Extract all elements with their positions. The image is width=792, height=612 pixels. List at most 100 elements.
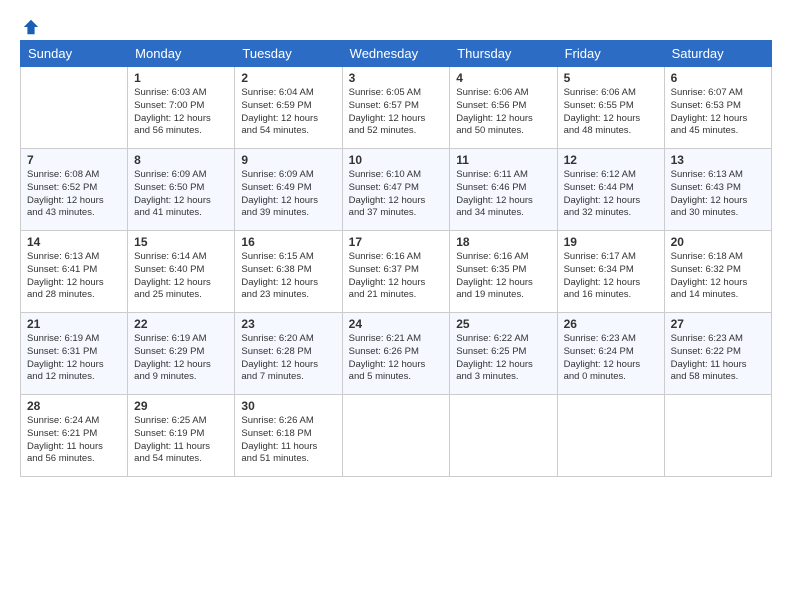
calendar-cell: 11 Sunrise: 6:11 AM Sunset: 6:46 PM Dayli… xyxy=(450,149,557,231)
day-number: 23 xyxy=(241,317,335,331)
calendar-week-row: 14Sunrise: 6:13 AM Sunset: 6:41 PM Dayli… xyxy=(21,231,772,313)
day-info: Sunrise: 6:20 AM Sunset: 6:28 PM Dayligh… xyxy=(241,333,335,384)
day-info: Sunrise: 6:09 AM Sunset: 6:50 PM Dayligh… xyxy=(134,169,228,220)
calendar-cell: 23 Sunrise: 6:20 AM Sunset: 6:28 PM Dayli… xyxy=(235,313,342,395)
day-number: 28 xyxy=(27,399,121,413)
day-number: 21 xyxy=(27,317,121,331)
day-info: Sunrise: 6:05 AM Sunset: 6:57 PM Dayligh… xyxy=(349,87,444,138)
calendar-week-row: 28 Sunrise: 6:24 AM Sunset: 6:21 PM Dayli… xyxy=(21,395,772,477)
day-number: 3 xyxy=(349,71,444,85)
day-number: 20 xyxy=(671,235,765,249)
calendar-cell: 12 Sunrise: 6:12 AM Sunset: 6:44 PM Dayli… xyxy=(557,149,664,231)
day-number: 6 xyxy=(671,71,765,85)
day-number: 10 xyxy=(349,153,444,167)
calendar-cell xyxy=(342,395,450,477)
day-number: 19 xyxy=(564,235,658,249)
day-number: 2 xyxy=(241,71,335,85)
day-info: Sunrise: 6:15 AM Sunset: 6:38 PM Dayligh… xyxy=(241,251,335,302)
logo-icon xyxy=(22,18,40,36)
day-number: 25 xyxy=(456,317,550,331)
calendar-week-row: 7Sunrise: 6:08 AM Sunset: 6:52 PM Daylig… xyxy=(21,149,772,231)
day-info: Sunrise: 6:03 AM Sunset: 7:00 PM Dayligh… xyxy=(134,87,228,138)
day-number: 11 xyxy=(456,153,550,167)
day-number: 18 xyxy=(456,235,550,249)
day-info: Sunrise: 6:17 AM Sunset: 6:34 PM Dayligh… xyxy=(564,251,658,302)
day-number: 15 xyxy=(134,235,228,249)
calendar-table: SundayMondayTuesdayWednesdayThursdayFrid… xyxy=(20,40,772,477)
calendar-cell: 9Sunrise: 6:09 AM Sunset: 6:49 PM Daylig… xyxy=(235,149,342,231)
calendar-cell xyxy=(450,395,557,477)
weekday-header-thursday: Thursday xyxy=(450,41,557,67)
day-info: Sunrise: 6:11 AM Sunset: 6:46 PM Dayligh… xyxy=(456,169,550,220)
calendar-cell: 5 Sunrise: 6:06 AM Sunset: 6:55 PM Daylig… xyxy=(557,67,664,149)
day-number: 30 xyxy=(241,399,335,413)
calendar-cell: 13Sunrise: 6:13 AM Sunset: 6:43 PM Dayli… xyxy=(664,149,771,231)
calendar-cell: 20Sunrise: 6:18 AM Sunset: 6:32 PM Dayli… xyxy=(664,231,771,313)
calendar-cell: 1 Sunrise: 6:03 AM Sunset: 7:00 PM Daylig… xyxy=(128,67,235,149)
day-info: Sunrise: 6:06 AM Sunset: 6:55 PM Dayligh… xyxy=(564,87,658,138)
day-info: Sunrise: 6:23 AM Sunset: 6:22 PM Dayligh… xyxy=(671,333,765,384)
day-number: 26 xyxy=(564,317,658,331)
day-number: 7 xyxy=(27,153,121,167)
day-info: Sunrise: 6:06 AM Sunset: 6:56 PM Dayligh… xyxy=(456,87,550,138)
day-info: Sunrise: 6:12 AM Sunset: 6:44 PM Dayligh… xyxy=(564,169,658,220)
day-number: 22 xyxy=(134,317,228,331)
calendar-cell: 24Sunrise: 6:21 AM Sunset: 6:26 PM Dayli… xyxy=(342,313,450,395)
day-info: Sunrise: 6:19 AM Sunset: 6:31 PM Dayligh… xyxy=(27,333,121,384)
calendar-cell: 10 Sunrise: 6:10 AM Sunset: 6:47 PM Dayli… xyxy=(342,149,450,231)
day-info: Sunrise: 6:14 AM Sunset: 6:40 PM Dayligh… xyxy=(134,251,228,302)
weekday-header-row: SundayMondayTuesdayWednesdayThursdayFrid… xyxy=(21,41,772,67)
calendar-cell: 26 Sunrise: 6:23 AM Sunset: 6:24 PM Dayli… xyxy=(557,313,664,395)
day-number: 16 xyxy=(241,235,335,249)
calendar-cell: 3 Sunrise: 6:05 AM Sunset: 6:57 PM Daylig… xyxy=(342,67,450,149)
day-info: Sunrise: 6:21 AM Sunset: 6:26 PM Dayligh… xyxy=(349,333,444,384)
calendar-cell: 7Sunrise: 6:08 AM Sunset: 6:52 PM Daylig… xyxy=(21,149,128,231)
day-number: 17 xyxy=(349,235,444,249)
day-number: 29 xyxy=(134,399,228,413)
day-number: 27 xyxy=(671,317,765,331)
day-info: Sunrise: 6:22 AM Sunset: 6:25 PM Dayligh… xyxy=(456,333,550,384)
day-number: 14 xyxy=(27,235,121,249)
day-info: Sunrise: 6:24 AM Sunset: 6:21 PM Dayligh… xyxy=(27,415,121,466)
weekday-header-monday: Monday xyxy=(128,41,235,67)
day-number: 4 xyxy=(456,71,550,85)
day-info: Sunrise: 6:25 AM Sunset: 6:19 PM Dayligh… xyxy=(134,415,228,466)
day-number: 13 xyxy=(671,153,765,167)
weekday-header-sunday: Sunday xyxy=(21,41,128,67)
calendar-cell: 25 Sunrise: 6:22 AM Sunset: 6:25 PM Dayli… xyxy=(450,313,557,395)
page: SundayMondayTuesdayWednesdayThursdayFrid… xyxy=(0,0,792,612)
calendar-cell: 14Sunrise: 6:13 AM Sunset: 6:41 PM Dayli… xyxy=(21,231,128,313)
weekday-header-saturday: Saturday xyxy=(664,41,771,67)
day-number: 8 xyxy=(134,153,228,167)
day-number: 1 xyxy=(134,71,228,85)
weekday-header-wednesday: Wednesday xyxy=(342,41,450,67)
calendar-cell: 30 Sunrise: 6:26 AM Sunset: 6:18 PM Dayli… xyxy=(235,395,342,477)
day-number: 12 xyxy=(564,153,658,167)
calendar-cell: 19 Sunrise: 6:17 AM Sunset: 6:34 PM Dayli… xyxy=(557,231,664,313)
calendar-cell: 2 Sunrise: 6:04 AM Sunset: 6:59 PM Daylig… xyxy=(235,67,342,149)
calendar-cell: 15 Sunrise: 6:14 AM Sunset: 6:40 PM Dayli… xyxy=(128,231,235,313)
calendar-cell: 29 Sunrise: 6:25 AM Sunset: 6:19 PM Dayli… xyxy=(128,395,235,477)
header xyxy=(20,18,772,32)
calendar-cell xyxy=(557,395,664,477)
day-info: Sunrise: 6:16 AM Sunset: 6:35 PM Dayligh… xyxy=(456,251,550,302)
day-info: Sunrise: 6:04 AM Sunset: 6:59 PM Dayligh… xyxy=(241,87,335,138)
calendar-cell: 27 Sunrise: 6:23 AM Sunset: 6:22 PM Dayli… xyxy=(664,313,771,395)
weekday-header-friday: Friday xyxy=(557,41,664,67)
day-info: Sunrise: 6:07 AM Sunset: 6:53 PM Dayligh… xyxy=(671,87,765,138)
day-info: Sunrise: 6:26 AM Sunset: 6:18 PM Dayligh… xyxy=(241,415,335,466)
calendar-cell: 22Sunrise: 6:19 AM Sunset: 6:29 PM Dayli… xyxy=(128,313,235,395)
calendar-cell: 8 Sunrise: 6:09 AM Sunset: 6:50 PM Daylig… xyxy=(128,149,235,231)
calendar-cell: 6 Sunrise: 6:07 AM Sunset: 6:53 PM Daylig… xyxy=(664,67,771,149)
day-info: Sunrise: 6:16 AM Sunset: 6:37 PM Dayligh… xyxy=(349,251,444,302)
calendar-cell: 16 Sunrise: 6:15 AM Sunset: 6:38 PM Dayli… xyxy=(235,231,342,313)
calendar-cell xyxy=(664,395,771,477)
day-info: Sunrise: 6:23 AM Sunset: 6:24 PM Dayligh… xyxy=(564,333,658,384)
calendar-week-row: 21 Sunrise: 6:19 AM Sunset: 6:31 PM Dayli… xyxy=(21,313,772,395)
calendar-cell xyxy=(21,67,128,149)
weekday-header-tuesday: Tuesday xyxy=(235,41,342,67)
day-info: Sunrise: 6:10 AM Sunset: 6:47 PM Dayligh… xyxy=(349,169,444,220)
day-number: 5 xyxy=(564,71,658,85)
calendar-cell: 21 Sunrise: 6:19 AM Sunset: 6:31 PM Dayli… xyxy=(21,313,128,395)
day-number: 9 xyxy=(241,153,335,167)
